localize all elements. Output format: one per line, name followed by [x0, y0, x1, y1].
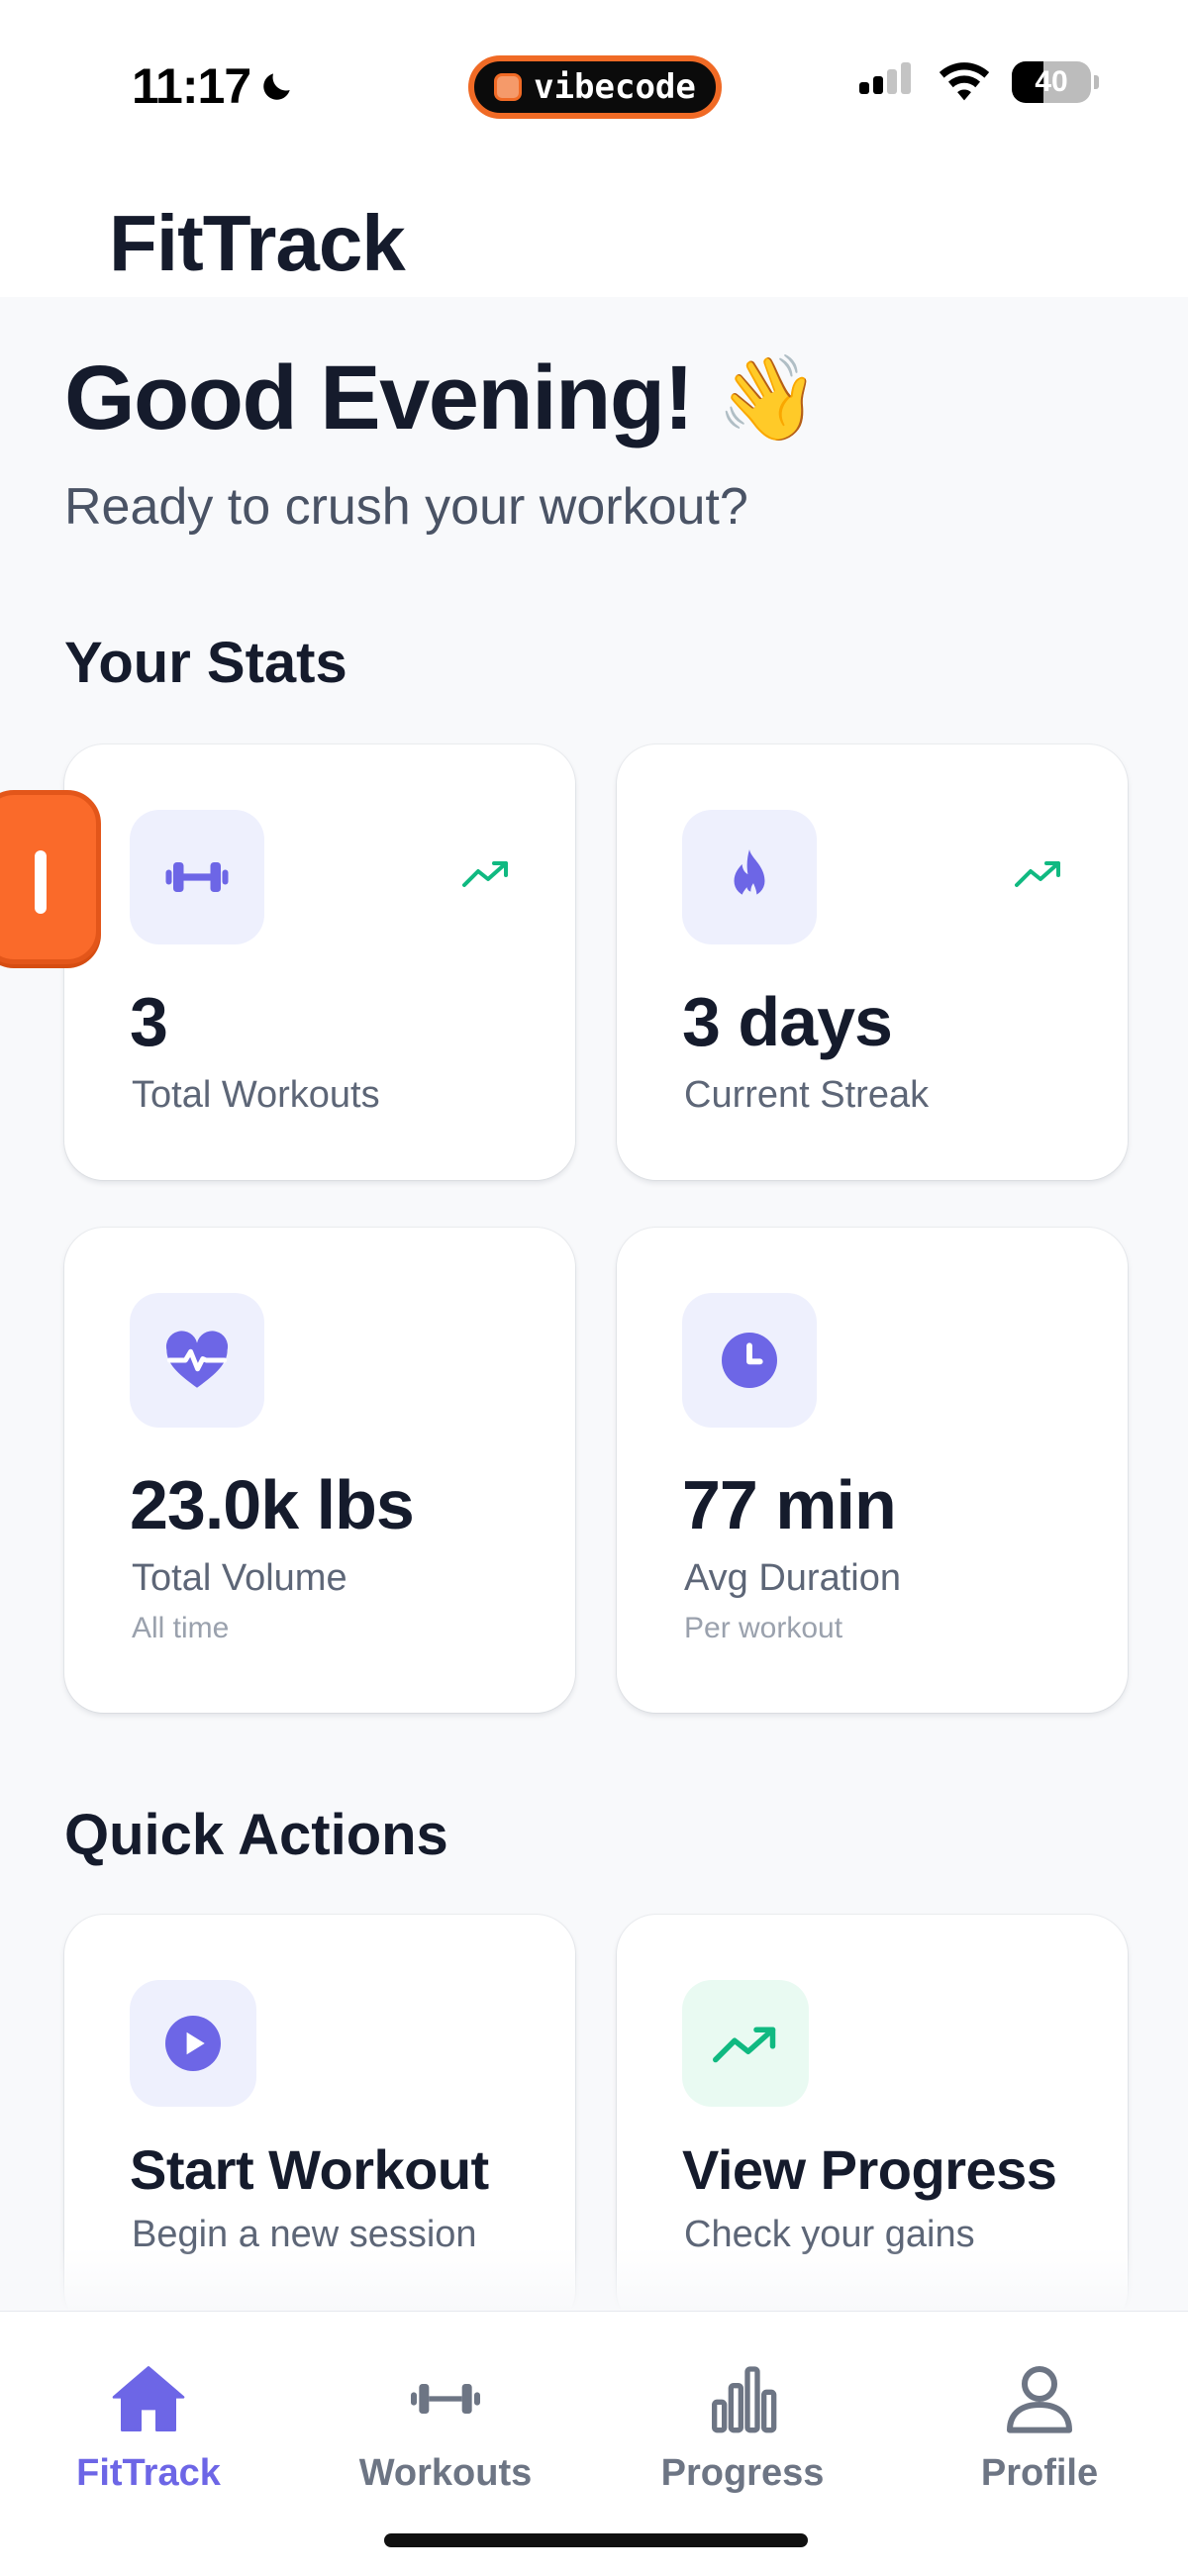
stat-icon-box [130, 1293, 264, 1428]
floating-overlay-handle[interactable] [0, 790, 101, 964]
tab-fittrack[interactable]: FitTrack [0, 2359, 297, 2495]
stat-value: 77 min [682, 1466, 897, 1543]
action-icon-box [130, 1980, 256, 2107]
dumbbell-icon [165, 862, 229, 892]
tab-workouts[interactable]: Workouts [297, 2359, 594, 2495]
action-icon-box [682, 1980, 809, 2107]
battery-level: 40 [1035, 65, 1068, 98]
quick-actions-section-title: Quick Actions [64, 1803, 448, 1867]
tab-label: Profile [980, 2452, 1099, 2494]
stat-label: Avg Duration [684, 1557, 901, 1599]
greeting-text: Good Evening! [64, 347, 694, 448]
trending-up-icon [1015, 861, 1060, 887]
stat-icon-box [682, 1293, 817, 1428]
stat-icon-box [130, 810, 264, 944]
stat-label: Total Workouts [132, 1074, 380, 1116]
app-pill[interactable]: vibecode [468, 55, 722, 119]
stat-label: Total Volume [132, 1557, 347, 1599]
wifi-icon [939, 62, 990, 101]
status-time: 11:17 [132, 57, 296, 115]
stat-value: 3 days [682, 983, 893, 1060]
stat-card-avg-duration: 77 min Avg Duration Per workout [617, 1228, 1128, 1713]
heart-pulse-icon [165, 1331, 229, 1388]
status-indicators: 40 [859, 61, 1099, 103]
tab-label: Workouts [358, 2452, 533, 2494]
app-pill-icon [494, 73, 523, 101]
dumbbell-icon [411, 2384, 480, 2414]
handle-bar [35, 850, 47, 914]
status-bar: 11:17 vibecode 40 [0, 0, 1188, 168]
tab-progress[interactable]: Progress [594, 2359, 891, 2495]
status-time-text: 11:17 [132, 58, 251, 114]
flame-icon [734, 849, 765, 905]
battery-cap [1094, 75, 1099, 89]
action-title: Start Workout [130, 2138, 489, 2201]
stat-icon-box [682, 810, 817, 944]
tabbar-fade [0, 2247, 1188, 2311]
home-indicator [384, 2533, 808, 2547]
home-icon [112, 2366, 185, 2431]
play-icon [165, 2016, 221, 2071]
greeting-subtitle: Ready to crush your workout? [64, 478, 748, 536]
moon-icon [263, 73, 290, 100]
battery-icon: 40 [1012, 61, 1099, 103]
wave-emoji-icon: 👋 [716, 351, 821, 445]
trending-up-icon [713, 2027, 776, 2063]
greeting-title: Good Evening! 👋 [64, 347, 821, 450]
tab-label: Progress [660, 2452, 825, 2494]
clock-icon [722, 1333, 777, 1388]
action-title: View Progress [682, 2138, 1057, 2201]
stat-card-current-streak: 3 days Current Streak [617, 744, 1128, 1180]
stat-card-total-volume: 23.0k lbs Total Volume All time [64, 1228, 575, 1713]
stats-section-title: Your Stats [64, 631, 347, 695]
stat-sublabel: All time [132, 1612, 230, 1644]
cellular-signal-icon [859, 62, 911, 94]
stat-value: 3 [130, 983, 168, 1060]
trending-up-icon [462, 861, 508, 887]
tab-profile[interactable]: Profile [891, 2359, 1188, 2495]
user-icon [1007, 2366, 1072, 2433]
app-pill-label: vibecode [534, 67, 696, 107]
tab-label: FitTrack [76, 2452, 221, 2494]
stat-sublabel: Per workout [684, 1612, 843, 1644]
stat-label: Current Streak [684, 1074, 930, 1116]
app-header: FitTrack [0, 168, 1188, 297]
stat-card-total-workouts: 3 Total Workouts [64, 744, 575, 1180]
stat-value: 23.0k lbs [130, 1466, 415, 1543]
app-title: FitTrack [109, 199, 406, 287]
bar-chart-icon [712, 2366, 777, 2433]
